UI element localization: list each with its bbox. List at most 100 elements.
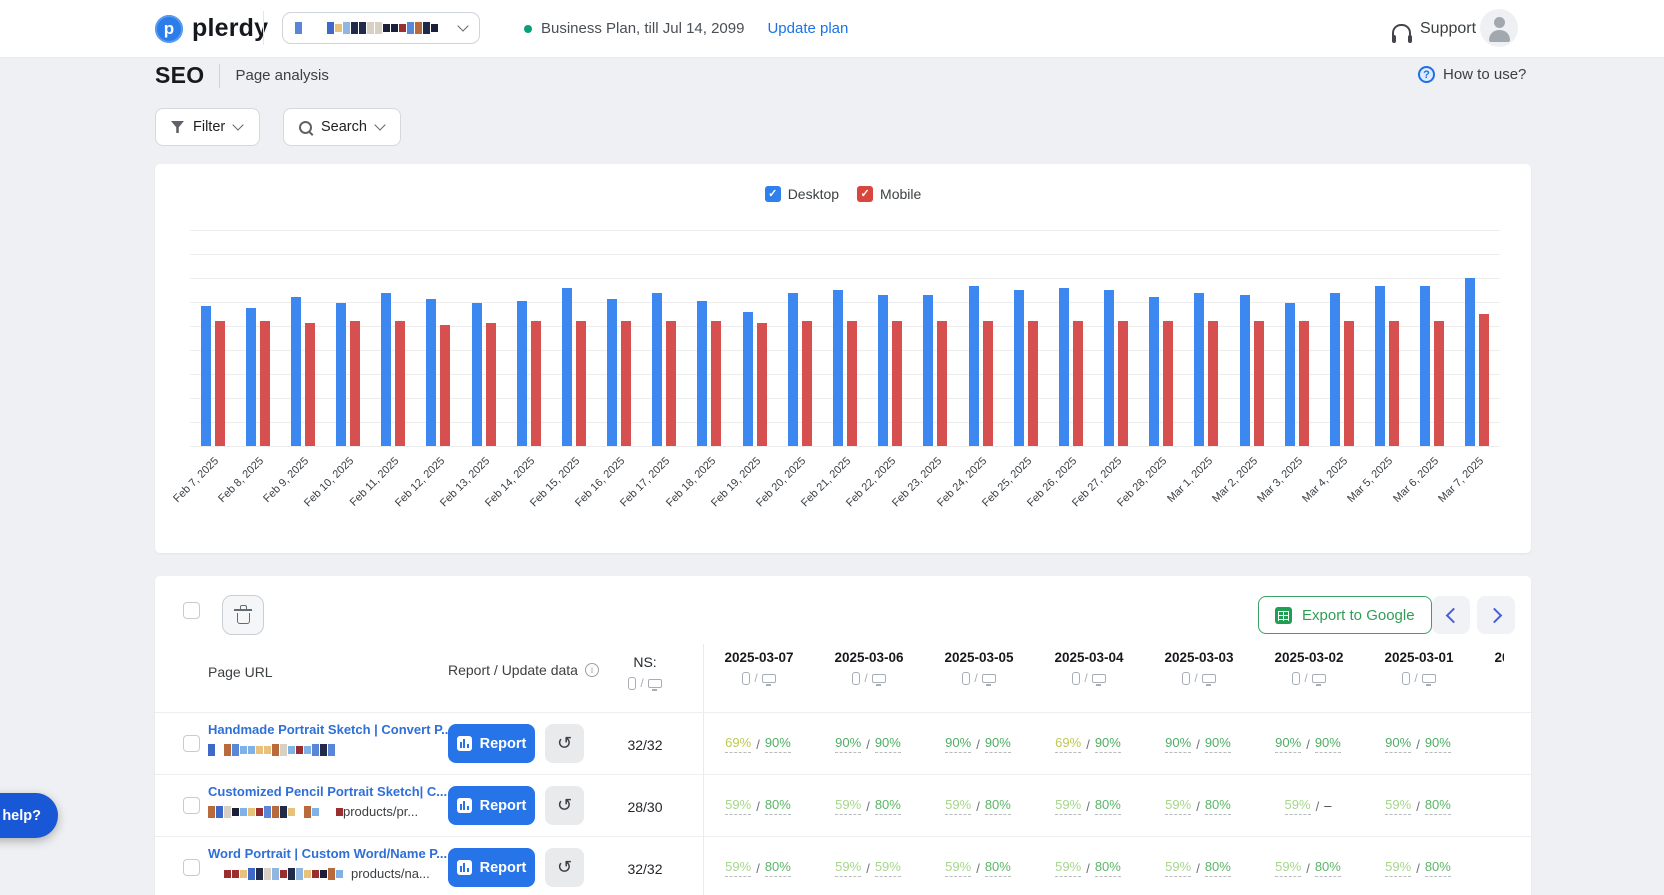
bar-group bbox=[1003, 230, 1048, 446]
page-title-link[interactable]: Word Portrait | Custom Word/Name P... bbox=[208, 846, 443, 861]
prev-page-button[interactable] bbox=[1432, 596, 1470, 634]
score-value[interactable]: 80% bbox=[1425, 797, 1451, 815]
bar-mobile bbox=[666, 321, 676, 446]
legend-desktop[interactable]: ✓ Desktop bbox=[765, 186, 839, 202]
score-value[interactable]: 59% bbox=[1165, 859, 1191, 877]
bar-group bbox=[958, 230, 1003, 446]
score-value[interactable]: 69% bbox=[1055, 735, 1081, 753]
score-value[interactable]: 90% bbox=[1425, 735, 1451, 753]
page-subtitle: Page analysis bbox=[235, 67, 328, 84]
score-value[interactable]: 90% bbox=[945, 735, 971, 753]
score-value[interactable]: 80% bbox=[1425, 859, 1451, 877]
score-value[interactable]: 80% bbox=[1095, 859, 1121, 877]
score-cell: 90%/90% bbox=[1143, 713, 1253, 775]
mobile-checkbox[interactable]: ✓ bbox=[857, 186, 873, 202]
how-to-use-link[interactable]: ? How to use? bbox=[1418, 66, 1526, 83]
score-value[interactable]: 59% bbox=[875, 859, 901, 877]
score-value[interactable]: 80% bbox=[1205, 797, 1231, 815]
score-value[interactable]: 90% bbox=[1315, 735, 1341, 753]
avatar[interactable] bbox=[1480, 9, 1518, 47]
score-value[interactable]: 59% bbox=[945, 859, 971, 877]
score-value[interactable]: 59% bbox=[945, 797, 971, 815]
bar-mobile bbox=[350, 321, 360, 446]
score-value[interactable]: 59% bbox=[835, 797, 861, 815]
bar-mobile bbox=[305, 323, 315, 446]
score-value[interactable]: 59% bbox=[725, 797, 751, 815]
score-value[interactable]: 69% bbox=[725, 735, 751, 753]
score-value[interactable]: 80% bbox=[1095, 797, 1121, 815]
score-value[interactable]: 80% bbox=[765, 859, 791, 877]
score-value[interactable]: 90% bbox=[985, 735, 1011, 753]
score-value[interactable]: 59% bbox=[1165, 797, 1191, 815]
project-selector-dropdown[interactable] bbox=[282, 12, 480, 44]
score-value[interactable]: 80% bbox=[1315, 859, 1341, 877]
score-value[interactable]: 59% bbox=[1055, 797, 1081, 815]
score-cell: 59%/80% bbox=[923, 775, 1033, 837]
score-value[interactable]: 80% bbox=[985, 797, 1011, 815]
brand-name: plerdy bbox=[192, 14, 268, 43]
x-axis-label: Mar 7, 2025 bbox=[1436, 455, 1486, 505]
refresh-button[interactable]: ↺ bbox=[545, 724, 584, 763]
x-axis-label: Mar 1, 2025 bbox=[1165, 455, 1215, 505]
bar-mobile bbox=[847, 321, 857, 446]
page-title-link[interactable]: Handmade Portrait Sketch | Convert P... bbox=[208, 722, 443, 737]
filter-button[interactable]: Filter bbox=[155, 108, 260, 146]
bar-group bbox=[822, 230, 867, 446]
update-plan-link[interactable]: Update plan bbox=[767, 20, 848, 37]
score-value[interactable]: 59% bbox=[1285, 797, 1311, 815]
help-chat-widget[interactable]: help? bbox=[0, 793, 58, 838]
search-button[interactable]: Search bbox=[283, 108, 401, 146]
page-title-link[interactable]: Customized Pencil Portrait Sketch| C... bbox=[208, 784, 443, 799]
score-value[interactable]: 90% bbox=[1165, 735, 1191, 753]
score-value[interactable]: 59% bbox=[1055, 859, 1081, 877]
row-checkbox[interactable] bbox=[183, 859, 200, 876]
export-to-google-button[interactable]: Export to Google bbox=[1258, 596, 1432, 634]
score-value[interactable]: 59% bbox=[1385, 859, 1411, 877]
phone-icon bbox=[628, 677, 636, 690]
report-button[interactable]: Report bbox=[448, 786, 535, 825]
phone-icon bbox=[1072, 672, 1080, 685]
row-checkbox[interactable] bbox=[183, 797, 200, 814]
score-value[interactable]: 80% bbox=[875, 797, 901, 815]
bar-group bbox=[280, 230, 325, 446]
score-value[interactable]: 90% bbox=[1385, 735, 1411, 753]
bar-group bbox=[190, 230, 235, 446]
score-value[interactable]: 59% bbox=[1385, 797, 1411, 815]
score-value[interactable]: 59% bbox=[1275, 859, 1301, 877]
bar-desktop bbox=[788, 293, 798, 446]
date-columns-header: 2025-03-07/2025-03-06/2025-03-05/2025-03… bbox=[704, 650, 1504, 706]
row-score-cells: 59%/80%59%/59%59%/80%59%/80%59%/80%59%/8… bbox=[703, 837, 1473, 895]
support-button[interactable]: Support bbox=[1392, 0, 1476, 57]
refresh-button[interactable]: ↺ bbox=[545, 786, 584, 825]
bar-desktop bbox=[969, 286, 979, 446]
next-page-button[interactable] bbox=[1477, 596, 1515, 634]
score-value[interactable]: 59% bbox=[725, 859, 751, 877]
report-button[interactable]: Report bbox=[448, 724, 535, 763]
refresh-button[interactable]: ↺ bbox=[545, 848, 584, 887]
score-value[interactable]: 90% bbox=[835, 735, 861, 753]
bar-mobile bbox=[802, 321, 812, 446]
bar-desktop bbox=[1104, 290, 1114, 446]
plerdy-logo[interactable]: p plerdy bbox=[155, 14, 268, 43]
report-button[interactable]: Report bbox=[448, 848, 535, 887]
score-value[interactable]: 90% bbox=[1095, 735, 1121, 753]
desktop-checkbox[interactable]: ✓ bbox=[765, 186, 781, 202]
table-row: Word Portrait | Custom Word/Name P...pro… bbox=[155, 836, 1531, 895]
score-value[interactable]: 90% bbox=[1275, 735, 1301, 753]
score-value[interactable]: 80% bbox=[985, 859, 1011, 877]
score-value[interactable]: 90% bbox=[1205, 735, 1231, 753]
filter-label: Filter bbox=[193, 119, 225, 135]
spreadsheet-icon bbox=[1275, 607, 1292, 624]
row-checkbox[interactable] bbox=[183, 735, 200, 752]
score-value[interactable]: 90% bbox=[875, 735, 901, 753]
score-value[interactable]: 80% bbox=[765, 797, 791, 815]
legend-mobile[interactable]: ✓ Mobile bbox=[857, 186, 921, 202]
select-all-checkbox[interactable] bbox=[183, 602, 200, 619]
delete-button[interactable] bbox=[222, 595, 264, 635]
score-cell: 59%/80% bbox=[1363, 837, 1473, 895]
score-value[interactable]: 90% bbox=[765, 735, 791, 753]
score-value[interactable]: 59% bbox=[835, 859, 861, 877]
score-value[interactable]: 80% bbox=[1205, 859, 1231, 877]
phone-icon bbox=[1292, 672, 1300, 685]
score-cell: 69%/90% bbox=[1033, 713, 1143, 775]
